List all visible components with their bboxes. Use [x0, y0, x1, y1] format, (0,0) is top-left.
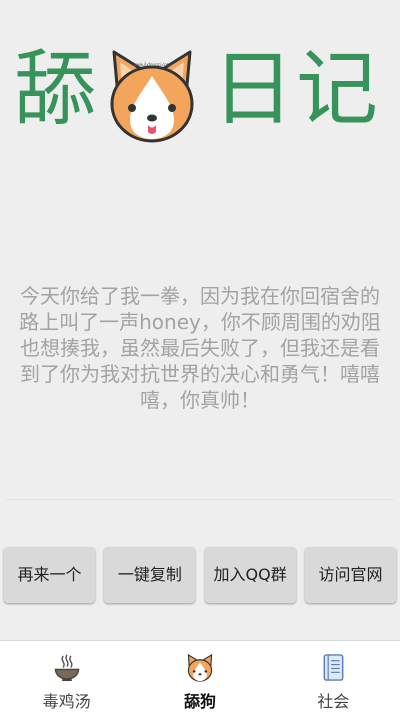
dog-icon [187, 653, 213, 682]
visit-website-button[interactable]: 访问官网 [304, 547, 396, 603]
logo-watermark: www.jlxfengzi.com [133, 62, 170, 67]
nav-item-toxic-soup[interactable]: 毒鸡汤 [0, 641, 133, 712]
quote-text: 今天你给了我一拳，因为我在你回宿舍的路上叫了一声honey，你不顾周围的劝阻也想… [19, 284, 381, 412]
nav-label-society: 社会 [317, 692, 350, 711]
copy-button[interactable]: 一键复制 [104, 547, 196, 603]
bowl-icon [54, 654, 80, 682]
app-logo-header: 舔 www.jlxfengzi.com 日 记 [0, 40, 400, 150]
corgi-face-icon: www.jlxfengzi.com [110, 50, 194, 143]
title-char-tian: 舔 [14, 42, 97, 137]
nav-label-licking-dog: 舔狗 [183, 692, 216, 711]
action-buttons: 再来一个 一键复制 加入QQ群 访问官网 [4, 547, 396, 603]
bottom-nav: 毒鸡汤 舔狗 社会 [0, 640, 400, 712]
nav-item-society[interactable]: 社会 [267, 641, 400, 712]
divider [6, 499, 394, 500]
join-qq-group-button[interactable]: 加入QQ群 [204, 547, 296, 603]
nav-label-toxic-soup: 毒鸡汤 [42, 692, 91, 711]
title-char-ji: 记 [296, 42, 379, 137]
notebook-icon [323, 654, 344, 681]
another-one-button[interactable]: 再来一个 [4, 547, 95, 603]
title-char-ri: 日 [212, 42, 295, 137]
nav-item-licking-dog[interactable]: 舔狗 [133, 641, 266, 712]
